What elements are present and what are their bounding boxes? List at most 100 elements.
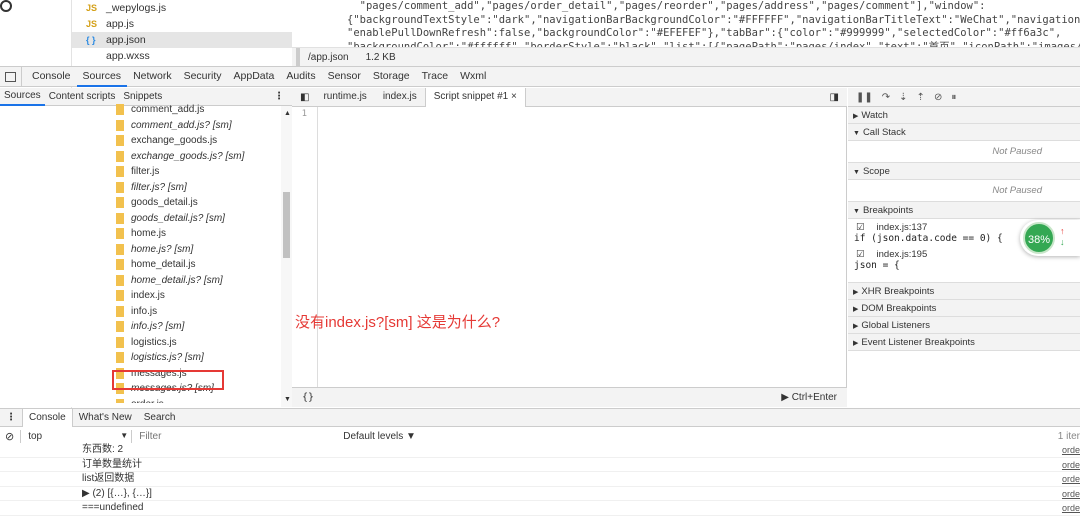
watch-section[interactable]: ▶ Watch xyxy=(848,107,1080,124)
scroll-thumb[interactable] xyxy=(283,192,290,258)
message-text: 东西数: 2 xyxy=(82,444,124,455)
target-icon[interactable] xyxy=(0,0,12,12)
drawer-tab[interactable]: Search xyxy=(138,409,182,427)
annotation-text: 没有index.js?[sm] 这是为什么? xyxy=(295,314,501,331)
file-name: app.json xyxy=(106,34,146,46)
editor-tab[interactable]: Script snippet #1 × xyxy=(424,87,526,107)
navigator-scrollbar[interactable]: ▲ ▼ xyxy=(281,106,292,407)
global-listeners-section[interactable]: ▶ Global Listeners xyxy=(848,317,1080,334)
file-name: comment_add.js? [sm] xyxy=(131,119,232,131)
file-name: exchange_goods.js xyxy=(131,135,218,146)
dom-breakpoints-section[interactable]: ▶ DOM Breakpoints xyxy=(848,300,1080,317)
navigator-file-item[interactable]: filter.js xyxy=(0,164,280,180)
event-listener-breakpoints-section[interactable]: ▶ Event Listener Breakpoints xyxy=(848,334,1080,351)
message-source-link[interactable]: orde xyxy=(1062,458,1080,472)
devtools-tab-console[interactable]: Console xyxy=(26,66,77,87)
progress-widget[interactable]: 38% ↑ ↓ xyxy=(1020,220,1080,256)
devtools-tab-sources[interactable]: Sources xyxy=(76,66,128,87)
call-stack-section[interactable]: ▼ Call Stack xyxy=(848,124,1080,141)
navigator-file-item[interactable]: comment_add.js? [sm] xyxy=(0,118,280,134)
navigator-file-item[interactable]: info.js xyxy=(0,304,280,320)
devtools-tab-appdata[interactable]: AppData xyxy=(228,66,281,87)
xhr-breakpoints-section[interactable]: ▶ XHR Breakpoints xyxy=(848,283,1080,300)
more-icon[interactable]: ⋮ xyxy=(274,91,284,102)
file-tree-item[interactable]: JS app.js xyxy=(72,16,292,32)
file-tree: JS _wepylogs.js JS app.js { } app.json app.wxs… xyxy=(72,0,292,66)
navigator-file-list: comment_add.js comment_add.js? [sm] exchan… xyxy=(0,102,280,403)
call-stack-status: Not Paused xyxy=(848,141,1080,163)
file-name: info.js xyxy=(131,305,158,317)
inspect-icon[interactable] xyxy=(0,66,22,87)
file-name: comment_add.js xyxy=(131,104,205,115)
console-filter-input[interactable] xyxy=(135,431,336,442)
drawer-tab[interactable]: Console xyxy=(22,408,73,427)
message-source-link[interactable]: orde xyxy=(1062,487,1080,501)
devtools-tab-network[interactable]: Network xyxy=(127,66,178,87)
file-icon xyxy=(116,321,124,332)
step-over-icon[interactable]: ↷ xyxy=(882,92,890,103)
devtools-tab-storage[interactable]: Storage xyxy=(367,66,416,87)
navigator-file-item[interactable]: goods_detail.js xyxy=(0,195,280,211)
pause-on-exceptions-icon[interactable]: ⏸ xyxy=(951,92,956,103)
file-type-icon: JS xyxy=(86,19,98,29)
devtools-tab-wxml[interactable]: Wxml xyxy=(454,66,492,87)
file-tree-item[interactable]: { } app.json xyxy=(72,32,292,48)
drawer-menu-icon[interactable]: ⋮ xyxy=(6,412,16,423)
devtools-tab-sensor[interactable]: Sensor xyxy=(322,66,367,87)
file-icon xyxy=(116,336,124,348)
pretty-print-icon[interactable]: {} xyxy=(302,392,314,403)
toggle-debugger-icon[interactable]: ◨ xyxy=(830,92,839,103)
message-source-link[interactable]: orde xyxy=(1062,443,1080,457)
scroll-up-icon[interactable]: ▲ xyxy=(284,110,291,117)
file-name: exchange_goods.js? [sm] xyxy=(131,150,245,162)
navigator-file-item[interactable]: home.js xyxy=(0,226,280,242)
devtools-tab-audits[interactable]: Audits xyxy=(280,66,321,87)
file-icon xyxy=(116,228,124,239)
navigator-file-item[interactable]: goods_detail.js? [sm] xyxy=(0,211,280,227)
log-levels-dropdown[interactable]: Default levels ▼ xyxy=(343,431,416,442)
context-selector[interactable]: top ▼ xyxy=(24,431,128,442)
run-snippet-button[interactable]: ▶ Ctrl+Enter xyxy=(781,392,837,403)
file-tree-item[interactable]: JS _wepylogs.js xyxy=(72,0,292,16)
navigator-file-item[interactable]: comment_add.js xyxy=(0,102,280,118)
breakpoints-section[interactable]: ▼ Breakpoints xyxy=(848,202,1080,219)
file-type-icon: { } xyxy=(86,35,96,45)
editor-statusbar: {} ▶ Ctrl+Enter xyxy=(292,387,847,407)
pause-icon[interactable]: ❚❚ xyxy=(856,92,873,103)
editor-tab[interactable]: index.js xyxy=(375,88,425,107)
console-message: 订单数量统计 orde xyxy=(0,458,1080,472)
navigator-file-item[interactable]: order.js xyxy=(0,397,280,403)
message-source-link[interactable]: orde xyxy=(1062,501,1080,515)
step-into-icon[interactable]: ⇣ xyxy=(899,92,907,103)
devtools-tabbar: Console Sources Network Security AppData Audi… xyxy=(0,66,1080,87)
file-icon xyxy=(116,243,124,255)
navigator-file-item[interactable]: filter.js? [sm] xyxy=(0,180,280,196)
file-tree-item[interactable]: app.wxss xyxy=(72,48,292,64)
message-source-link[interactable]: orde xyxy=(1062,472,1080,486)
navigator-file-item[interactable]: index.js xyxy=(0,288,280,304)
navigator-file-item[interactable]: exchange_goods.js xyxy=(0,133,280,149)
navigator-file-item[interactable]: info.js? [sm] xyxy=(0,319,280,335)
file-name: home_detail.js xyxy=(131,259,196,270)
sources-navigator: Sources Content scripts Snippets ⋮ comment_… xyxy=(0,88,292,407)
navigator-file-item[interactable]: home_detail.js? [sm] xyxy=(0,273,280,289)
navigator-file-item[interactable]: exchange_goods.js? [sm] xyxy=(0,149,280,165)
navigator-file-item[interactable]: home_detail.js xyxy=(0,257,280,273)
console-messages: 东西数: 2 orde 订单数量统计 orde list返回数据 orde ▶ (2) [{… xyxy=(0,443,1080,516)
devtools-tab-trace[interactable]: Trace xyxy=(416,66,454,87)
navigator-file-item[interactable]: logistics.js xyxy=(0,335,280,351)
editor-tab[interactable]: runtime.js xyxy=(315,88,374,107)
devtools-tab-security[interactable]: Security xyxy=(178,66,228,87)
toggle-navigator-icon[interactable]: ◧ xyxy=(300,92,309,103)
file-name: filter.js xyxy=(131,166,160,177)
message-count: 1 iter xyxy=(1057,431,1080,442)
deactivate-breakpoints-icon[interactable]: ⊘ xyxy=(934,92,942,103)
navigator-file-item[interactable]: logistics.js? [sm] xyxy=(0,350,280,366)
scope-section[interactable]: ▼ Scope xyxy=(848,163,1080,180)
clear-console-icon[interactable]: ⊘ xyxy=(5,430,14,443)
drawer-tab[interactable]: What's New xyxy=(73,409,138,427)
navigator-file-item[interactable]: home.js? [sm] xyxy=(0,242,280,258)
scope-status: Not Paused xyxy=(848,180,1080,202)
step-out-icon[interactable]: ⇡ xyxy=(917,92,925,103)
scroll-down-icon[interactable]: ▼ xyxy=(284,396,291,403)
